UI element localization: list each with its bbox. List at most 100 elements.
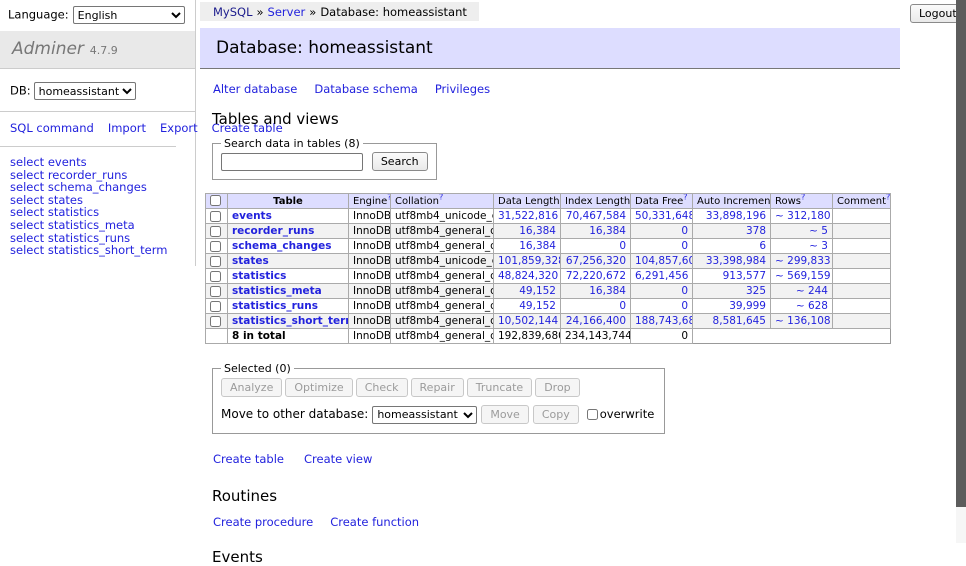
create-link[interactable]: Create view bbox=[304, 452, 372, 466]
table-name-link[interactable]: statistics_runs bbox=[232, 300, 318, 312]
rows-value[interactable]: ~ 136,108 bbox=[775, 315, 831, 327]
sidebar-link[interactable]: Export bbox=[160, 121, 198, 135]
auto_increment-value[interactable]: 8,581,645 bbox=[713, 315, 766, 327]
drop-button[interactable]: Drop bbox=[535, 378, 579, 397]
data_length-value[interactable]: 16,384 bbox=[519, 225, 556, 237]
database-action-link[interactable]: Alter database bbox=[213, 82, 297, 96]
vertical-scrollbar[interactable] bbox=[956, 0, 966, 543]
row-checkbox[interactable] bbox=[210, 211, 221, 222]
rows-value[interactable]: ~ 628 bbox=[796, 300, 828, 312]
db-select[interactable]: homeassistant bbox=[34, 82, 136, 100]
data_length-value[interactable]: 16,384 bbox=[519, 240, 556, 252]
row-checkbox[interactable] bbox=[210, 226, 221, 237]
auto_increment-value[interactable]: 913,577 bbox=[723, 270, 766, 282]
auto_increment-value[interactable]: 6 bbox=[759, 240, 766, 252]
rows-value[interactable]: ~ 5 bbox=[809, 225, 828, 237]
create-link[interactable]: Create table bbox=[213, 452, 284, 466]
data_free-value[interactable]: 0 bbox=[681, 240, 688, 252]
auto_increment-value[interactable]: 33,398,984 bbox=[706, 255, 766, 267]
table-name-link[interactable]: recorder_runs bbox=[232, 225, 314, 237]
move-database-select[interactable]: homeassistant bbox=[372, 406, 477, 424]
help-link[interactable]: ? bbox=[801, 194, 805, 202]
table-name-link[interactable]: schema_changes bbox=[232, 240, 332, 252]
sidebar-select-link[interactable]: select statistics_meta bbox=[10, 219, 185, 232]
language-select[interactable]: English bbox=[73, 6, 185, 24]
rows-value[interactable]: ~ 3 bbox=[809, 240, 828, 252]
index_length-value[interactable]: 24,166,400 bbox=[566, 315, 626, 327]
row-checkbox[interactable] bbox=[210, 271, 221, 282]
help-link[interactable]: ? bbox=[683, 194, 687, 202]
auto_increment-value[interactable]: 33,898,196 bbox=[706, 210, 766, 222]
row-checkbox-cell bbox=[206, 224, 228, 239]
routine-create-link[interactable]: Create function bbox=[330, 515, 419, 529]
search-input[interactable] bbox=[221, 153, 363, 171]
sidebar-select-link[interactable]: select statistics_short_term bbox=[10, 244, 185, 257]
table-name-link[interactable]: events bbox=[232, 210, 272, 222]
auto_increment-value[interactable]: 378 bbox=[746, 225, 766, 237]
table-name-link[interactable]: statistics bbox=[232, 270, 286, 282]
repair-button[interactable]: Repair bbox=[411, 378, 464, 397]
truncate-button[interactable]: Truncate bbox=[467, 378, 532, 397]
row-checkbox[interactable] bbox=[210, 286, 221, 297]
auto_increment-value[interactable]: 325 bbox=[746, 285, 766, 297]
optimize-button[interactable]: Optimize bbox=[285, 378, 352, 397]
rows-value[interactable]: ~ 312,180 bbox=[775, 210, 831, 222]
index_length-value[interactable]: 16,384 bbox=[589, 225, 626, 237]
breadcrumb-server-link[interactable]: Server bbox=[268, 5, 306, 19]
index_length-value[interactable]: 72,220,672 bbox=[566, 270, 626, 282]
table-name-link[interactable]: statistics_meta bbox=[232, 285, 322, 297]
data_free-value[interactable]: 104,857,600 bbox=[635, 255, 693, 267]
check-button[interactable]: Check bbox=[356, 378, 408, 397]
data_free-value[interactable]: 188,743,680 bbox=[635, 315, 693, 327]
overwrite-checkbox[interactable] bbox=[587, 409, 598, 420]
sidebar-select-link[interactable]: select schema_changes bbox=[10, 181, 185, 194]
rows-cell: ~ 5 bbox=[771, 224, 833, 239]
rows-value[interactable]: ~ 299,833 bbox=[775, 255, 831, 267]
data_free-value[interactable]: 50,331,648 bbox=[635, 210, 693, 222]
routine-create-link[interactable]: Create procedure bbox=[213, 515, 313, 529]
search-button[interactable]: Search bbox=[372, 152, 428, 171]
sidebar-select-link[interactable]: select events bbox=[10, 156, 185, 169]
rows-value[interactable]: ~ 569,159 bbox=[775, 270, 831, 282]
index_length-value[interactable]: 67,256,320 bbox=[566, 255, 626, 267]
analyze-button[interactable]: Analyze bbox=[221, 378, 282, 397]
index_length-value[interactable]: 16,384 bbox=[589, 285, 626, 297]
data_length-value[interactable]: 101,859,328 bbox=[498, 255, 561, 267]
data_free-value[interactable]: 0 bbox=[681, 285, 688, 297]
table-name-link[interactable]: statistics_short_term bbox=[232, 315, 349, 327]
data_free-value[interactable]: 0 bbox=[681, 300, 688, 312]
data_length-value[interactable]: 49,152 bbox=[519, 300, 556, 312]
data_free-value[interactable]: 0 bbox=[681, 225, 688, 237]
move-button[interactable]: Move bbox=[481, 405, 529, 424]
table-row: statesInnoDButf8mb4_unicode_ci101,859,32… bbox=[206, 254, 891, 269]
row-checkbox[interactable] bbox=[210, 301, 221, 312]
data_length-value[interactable]: 10,502,144 bbox=[498, 315, 558, 327]
data_length-value[interactable]: 48,824,320 bbox=[498, 270, 558, 282]
row-checkbox[interactable] bbox=[210, 241, 221, 252]
index_length-value[interactable]: 0 bbox=[619, 300, 626, 312]
database-action-link[interactable]: Database schema bbox=[314, 82, 417, 96]
copy-button[interactable]: Copy bbox=[533, 405, 579, 424]
help-link[interactable]: ? bbox=[886, 194, 890, 202]
move-row: Move to other database:homeassistantMove… bbox=[221, 405, 654, 424]
data_length-cell: 16,384 bbox=[494, 224, 561, 239]
table-name-link[interactable]: states bbox=[232, 255, 269, 267]
database-action-link[interactable]: Privileges bbox=[435, 82, 490, 96]
sidebar-link[interactable]: Import bbox=[108, 121, 146, 135]
column-header: Engine? bbox=[349, 194, 391, 209]
index_length-value[interactable]: 0 bbox=[619, 240, 626, 252]
help-link[interactable]: ? bbox=[439, 194, 443, 202]
scrollbar-thumb[interactable] bbox=[956, 0, 966, 507]
sidebar-link[interactable]: SQL command bbox=[10, 121, 94, 135]
auto_increment-value[interactable]: 39,999 bbox=[729, 300, 766, 312]
breadcrumb-mysql-link[interactable]: MySQL bbox=[213, 5, 253, 19]
select-all-checkbox[interactable] bbox=[210, 195, 221, 206]
data_length-value[interactable]: 31,522,816 bbox=[498, 210, 558, 222]
index_length-value[interactable]: 70,467,584 bbox=[566, 210, 626, 222]
row-checkbox[interactable] bbox=[210, 256, 221, 267]
engine-cell: InnoDB bbox=[349, 209, 391, 224]
data_free-value[interactable]: 6,291,456 bbox=[635, 270, 688, 282]
data_length-value[interactable]: 49,152 bbox=[519, 285, 556, 297]
rows-value[interactable]: ~ 244 bbox=[796, 285, 828, 297]
row-checkbox[interactable] bbox=[210, 316, 221, 327]
